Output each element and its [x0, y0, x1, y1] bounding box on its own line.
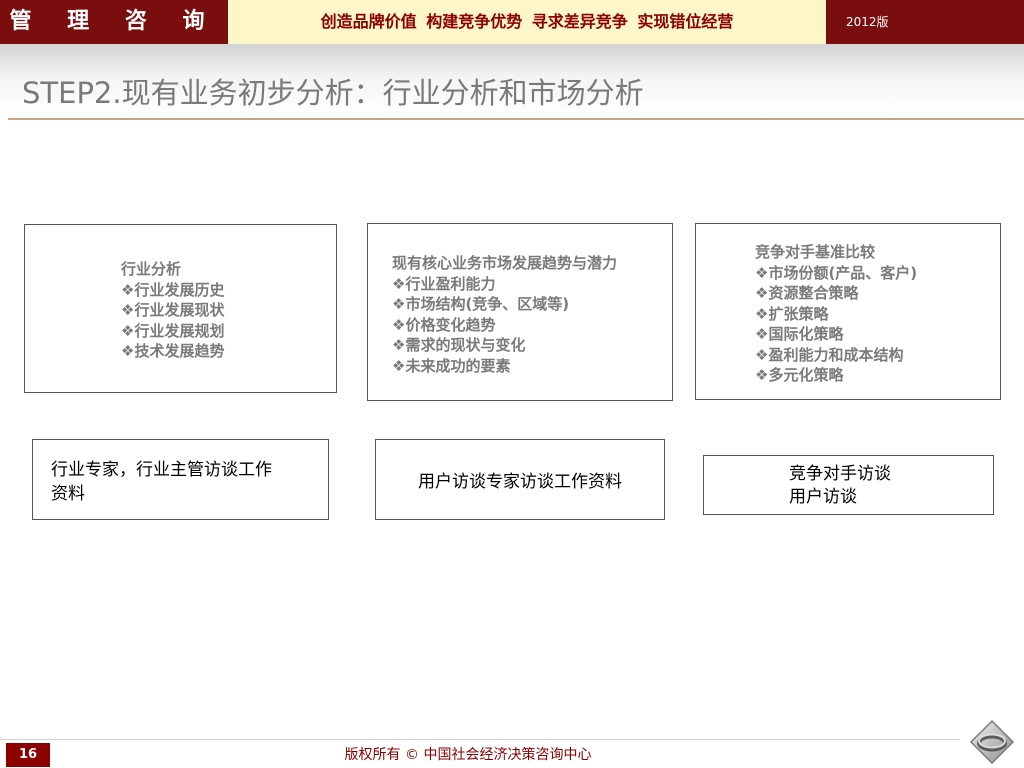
- brand-title: 管 理 咨 询: [9, 9, 219, 34]
- analysis-box-competitor: 竞争对手基准比较 ❖市场份额(产品、客户) ❖资源整合策略 ❖扩张策略 ❖国际化…: [695, 223, 1001, 400]
- source-box-market: 用户访谈专家访谈工作资料: [375, 439, 665, 520]
- box-item: ❖行业发展现状: [121, 301, 225, 319]
- box-item: ❖资源整合策略: [755, 284, 859, 302]
- box-heading: 现有核心业务市场发展趋势与潜力: [392, 254, 618, 272]
- box-item: ❖需求的现状与变化: [392, 336, 526, 354]
- box-item: ❖国际化策略: [755, 325, 844, 343]
- edition-label: 2012版: [846, 15, 889, 29]
- box-item: ❖扩张策略: [755, 304, 829, 323]
- source-box-industry: 行业专家，行业主管访谈工作 资料: [32, 439, 329, 520]
- top-header-bar: 管 理 咨 询 创造品牌价值 构建竞争优势 寻求差异竞争 实现错位经营 2012…: [0, 0, 1024, 44]
- box-heading: 行业分析: [121, 260, 182, 278]
- copyright-text: 版权所有 © 中国社会经济决策咨询中心: [344, 747, 592, 763]
- slide-title: STEP2.现有业务初步分析：行业分析和市场分析: [22, 76, 644, 110]
- box-item: ❖盈利能力和成本结构: [755, 345, 904, 364]
- box-item: ❖市场份额(产品、客户): [755, 263, 918, 282]
- footer-divider: [0, 739, 960, 740]
- box-item: ❖未来成功的要素: [392, 356, 511, 375]
- diamond-ring-logo-icon: [969, 719, 1015, 765]
- analysis-box-industry: 行业分析 ❖行业发展历史 ❖行业发展现状 ❖行业发展规划 ❖技术发展趋势: [24, 224, 337, 393]
- box-item: ❖行业发展历史: [121, 280, 225, 299]
- box-item: ❖技术发展趋势: [121, 342, 225, 360]
- header-slogan: 创造品牌价值 构建竞争优势 寻求差异竞争 实现错位经营: [228, 0, 826, 44]
- source-text: 行业专家，行业主管访谈工作: [51, 460, 272, 480]
- source-box-competitor: 竞争对手访谈 用户访谈: [703, 455, 994, 515]
- source-text: 竞争对手访谈: [789, 464, 891, 484]
- box-heading: 竞争对手基准比较: [755, 243, 876, 261]
- box-item: ❖多元化策略: [755, 366, 844, 384]
- title-divider: [8, 118, 1024, 120]
- source-text: 用户访谈专家访谈工作资料: [418, 472, 622, 492]
- box-item: ❖行业盈利能力: [392, 274, 496, 293]
- source-text: 资料: [51, 484, 85, 504]
- box-item: ❖价格变化趋势: [392, 315, 496, 334]
- source-text: 用户访谈: [789, 487, 857, 507]
- analysis-box-market: 现有核心业务市场发展趋势与潜力 ❖行业盈利能力 ❖市场结构(竞争、区域等) ❖价…: [367, 223, 673, 401]
- box-item: ❖市场结构(竞争、区域等): [392, 295, 570, 313]
- box-item: ❖行业发展规划: [121, 321, 225, 340]
